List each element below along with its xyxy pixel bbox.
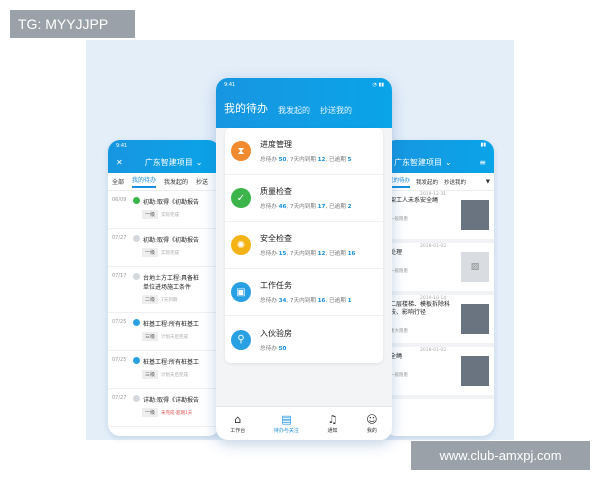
hourglass-icon: ⧗ — [231, 141, 251, 161]
right-phone-screen: ▮▮ 广东智建项目 ⌄ ≡ 我的待办 我发起的 抄送我的 ▼ 2019-12-3… — [384, 140, 494, 436]
todo-safety[interactable]: ✺ 安全检查 总待办 15, 7天内到期 12, 已逾期 16 — [225, 222, 383, 269]
todo-work-task[interactable]: ▣ 工作任务 总待办 34, 7天内到期 16, 已逾期 1 — [225, 269, 383, 316]
list-item[interactable]: 07/25 桩基工程:所有桩基工 三级 计划天后完成 — [108, 351, 220, 389]
list-item[interactable]: 2018-01-02 全绳 一般隐患 — [384, 347, 494, 399]
left-tab-initiated[interactable]: 我发起的 — [164, 177, 188, 186]
chevron-down-icon: ⌄ — [445, 157, 452, 167]
site-photo — [461, 304, 489, 334]
close-icon[interactable]: ✕ — [116, 158, 123, 167]
site-photo — [461, 200, 489, 230]
bottom-nav: ⌂ 工作台 ▤ 待办与关注 ♫ 通知 ☺ 我的 — [216, 406, 392, 440]
left-phone-screen: 9:41 ✕ 广东智建项目 ⌄ 全部 我的待办 我发起的 抄送 06/09 初勘:… — [108, 140, 220, 436]
document-icon: ▤ — [281, 412, 292, 426]
right-page-title[interactable]: 广东智建项目 — [394, 157, 442, 168]
todo-card: ⧗ 进度管理 总待办 50, 7天内到期 12, 已逾期 5 ✓ 质量检查 总待… — [225, 128, 383, 363]
left-tabs: 全部 我的待办 我发起的 抄送 — [108, 173, 220, 191]
clock-icon — [133, 357, 140, 364]
clock-icon — [133, 319, 140, 326]
list-item[interactable]: 07/27 初勘:取得《初勘报告 一级 实际完成 — [108, 229, 220, 267]
left-list: 06/09 初勘:取得《初勘报告 一级 实际完成 07/27 初勘:取得《初勘报告 一级实… — [108, 191, 220, 427]
lightbulb-icon: ✺ — [231, 235, 251, 255]
right-status-bar: ▮▮ — [384, 140, 494, 151]
list-item[interactable]: 2018-01-02 处理 一般隐患 ▨ — [384, 243, 494, 295]
bell-icon: ♫ — [327, 412, 338, 426]
list-item[interactable]: 07/27 详勘:取得《详勘报告 一级 未完成·超期1天 — [108, 389, 220, 427]
right-tab-initiated[interactable]: 我发起的 — [416, 178, 438, 186]
nav-workbench[interactable]: ⌂ 工作台 — [230, 414, 245, 434]
left-page-title[interactable]: 广东智建项目 — [145, 157, 193, 168]
watermark-top-left: TG: MYYJJPP — [10, 10, 135, 38]
center-tabs: 我的待办 我发起的 抄送我的 — [216, 92, 392, 116]
todo-house-inspection[interactable]: ⚲ 入伙验房 总待办 50 — [225, 316, 383, 363]
todo-progress[interactable]: ⧗ 进度管理 总待办 50, 7天内到期 12, 已逾期 5 — [225, 128, 383, 175]
tab-cc-me[interactable]: 抄送我的 — [320, 105, 352, 116]
right-tab-cc[interactable]: 抄送我的 — [444, 178, 466, 186]
filter-icon[interactable]: ▼ — [486, 179, 490, 185]
list-item[interactable]: 07/17 台地土方工程:具备桩 单位进场施工条件 二级 7天到期 — [108, 267, 220, 313]
left-tab-my-todo[interactable]: 我的待办 — [132, 175, 157, 188]
image-placeholder-icon: ▨ — [461, 252, 489, 282]
pending-icon — [133, 235, 140, 242]
check-icon: ✓ — [231, 188, 251, 208]
site-photo — [461, 356, 489, 386]
nav-mine[interactable]: ☺ 我的 — [366, 414, 377, 434]
center-status-bar: 9:41 ◔ ▮▮ — [224, 82, 384, 88]
todo-quality[interactable]: ✓ 质量检查 总待办 46, 7天内到期 17, 已逾期 2 — [225, 175, 383, 222]
nav-todo-follow[interactable]: ▤ 待办与关注 — [274, 414, 299, 434]
list-item[interactable]: 2019-10-14 二层楼梯、模板拆除科技、影响行径 重大隐患 — [384, 295, 494, 347]
list-item[interactable]: 06/09 初勘:取得《初勘报告 一级 实际完成 — [108, 191, 220, 229]
tab-my-todo[interactable]: 我的待办 — [224, 100, 268, 116]
left-tab-all[interactable]: 全部 — [112, 177, 124, 186]
nav-notifications[interactable]: ♫ 通知 — [328, 414, 338, 434]
list-item[interactable]: 07/25 桩基工程:所有桩基工 三级 计划天后完成 — [108, 313, 220, 351]
center-phone-screen: 9:41 ◔ ▮▮ 我的待办 我发起的 抄送我的 ⧗ 进度管理 总待办 50, … — [216, 78, 392, 440]
briefcase-icon: ▣ — [231, 282, 251, 302]
chevron-down-icon: ⌄ — [195, 157, 203, 167]
left-tab-cc[interactable]: 抄送 — [196, 177, 208, 186]
watermark-bottom-right: www.club-amxpj.com — [411, 441, 590, 470]
check-icon — [133, 197, 140, 204]
pending-icon — [133, 273, 140, 280]
battery-icon: ▮▮ — [480, 142, 486, 148]
left-status-bar: 9:41 — [116, 143, 128, 149]
list-item[interactable]: 2019-12-31 架工人未系安全绳 一般隐患 — [384, 191, 494, 243]
right-tabs: 我的待办 我发起的 抄送我的 ▼ — [384, 173, 494, 191]
house-icon: ⌂ — [234, 412, 242, 426]
key-icon: ⚲ — [231, 329, 251, 350]
right-header: ▮▮ 广东智建项目 ⌄ ≡ — [384, 140, 494, 173]
person-icon: ☺ — [366, 412, 378, 426]
left-header: 9:41 ✕ 广东智建项目 ⌄ — [108, 140, 220, 173]
tab-initiated[interactable]: 我发起的 — [278, 105, 310, 116]
center-header: 9:41 ◔ ▮▮ 我的待办 我发起的 抄送我的 — [216, 78, 392, 128]
battery-icon: ◔ ▮▮ — [372, 82, 384, 88]
menu-icon[interactable]: ≡ — [479, 158, 486, 167]
pending-icon — [133, 395, 140, 402]
